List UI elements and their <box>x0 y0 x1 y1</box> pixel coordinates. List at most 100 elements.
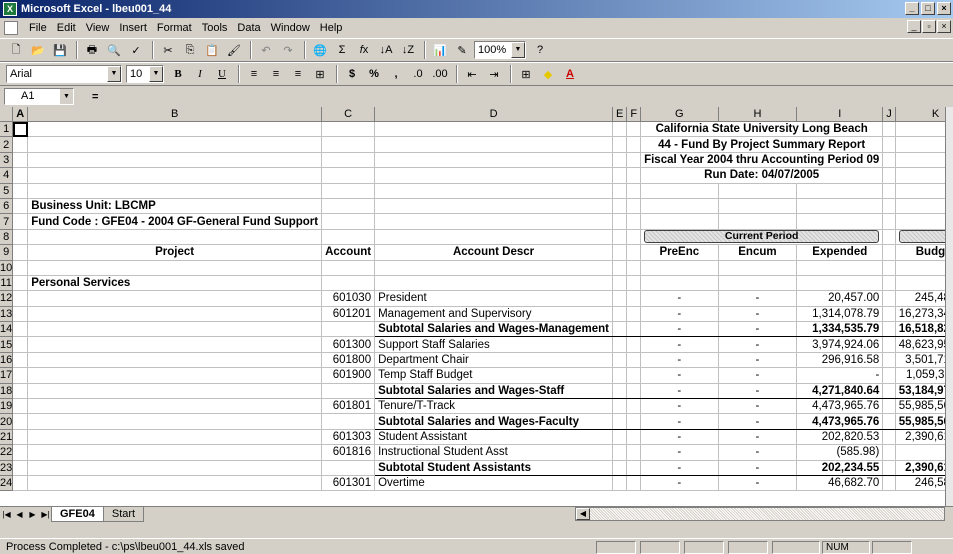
cell-preenc[interactable]: - <box>640 352 719 369</box>
cell-e[interactable] <box>612 321 628 338</box>
cell-project[interactable] <box>27 183 323 199</box>
header-expended[interactable]: Expended <box>796 244 884 261</box>
column-header[interactable]: B <box>27 107 323 122</box>
increase-indent-icon[interactable]: ⇥ <box>484 65 504 83</box>
cell-j[interactable] <box>882 136 896 153</box>
current-period-banner-cell[interactable]: Current Period <box>640 229 884 246</box>
cell-d[interactable] <box>374 198 613 215</box>
cell-encum[interactable]: - <box>718 460 798 476</box>
cell-f[interactable] <box>626 460 642 476</box>
cell-encum[interactable]: - <box>718 383 798 400</box>
cell-account[interactable]: 601300 <box>321 336 376 353</box>
cell-a[interactable] <box>12 290 29 307</box>
header-project[interactable]: Project <box>27 244 323 261</box>
sort-descending-icon[interactable]: ↓Z <box>398 41 418 59</box>
cell-i[interactable] <box>796 198 884 215</box>
cell-budget[interactable]: 53,184,978.81 <box>895 383 945 400</box>
cell-expended[interactable]: 4,473,965.76 <box>796 398 884 415</box>
excel-app-icon[interactable]: X <box>3 2 17 16</box>
cell-a[interactable] <box>12 475 29 492</box>
cell-h[interactable] <box>718 198 798 215</box>
report-title[interactable]: California State University Long Beach <box>640 121 884 138</box>
cell-preenc[interactable]: - <box>640 460 719 476</box>
row-header[interactable]: 9 <box>0 244 14 261</box>
cell-account-descr[interactable]: Student Assistant <box>374 429 613 446</box>
cell-a[interactable] <box>12 213 29 230</box>
cell-a[interactable] <box>12 275 29 292</box>
cell-f[interactable] <box>626 429 642 446</box>
paste-icon[interactable]: 📋 <box>202 41 222 59</box>
cell-j[interactable] <box>882 275 896 292</box>
cell-budget[interactable]: 16,518,828.82 <box>895 321 945 338</box>
column-header[interactable]: H <box>718 107 798 122</box>
chart-wizard-icon[interactable]: 📊 <box>430 41 450 59</box>
help-icon[interactable]: ? <box>530 41 550 59</box>
row-header[interactable]: 3 <box>0 152 14 169</box>
header-account-descr[interactable]: Account Descr <box>374 244 613 261</box>
cell-expended[interactable]: (585.98) <box>796 444 884 461</box>
prev-sheet-icon[interactable]: ◀ <box>13 508 26 522</box>
column-header[interactable]: K <box>895 107 945 122</box>
cell-encum[interactable]: - <box>718 321 798 338</box>
cell-j[interactable] <box>882 229 896 246</box>
cell-j[interactable] <box>882 336 896 353</box>
cell-f[interactable] <box>626 213 642 230</box>
cell-expended[interactable]: 20,457.00 <box>796 290 884 307</box>
row-header[interactable]: 8 <box>0 229 14 246</box>
name-box[interactable]: A1 ▼ <box>4 88 74 105</box>
cell-account[interactable] <box>321 413 376 430</box>
cell-budget[interactable]: 246,585.72 <box>895 475 945 492</box>
header-budget[interactable]: Budget <box>895 244 945 261</box>
cell-i[interactable] <box>796 213 884 230</box>
print-icon[interactable]: 🖶 <box>82 41 102 59</box>
minimize-button[interactable]: _ <box>905 2 919 15</box>
cell-a[interactable] <box>12 429 29 446</box>
section-label[interactable]: Business Unit: LBCMP <box>27 198 323 215</box>
cell-h[interactable] <box>718 213 798 230</box>
cell-encum[interactable]: - <box>718 367 798 384</box>
cell-project[interactable] <box>27 306 323 323</box>
align-center-icon[interactable]: ≡ <box>266 65 286 83</box>
cell-encum[interactable]: - <box>718 475 798 492</box>
cell-expended[interactable]: 296,916.58 <box>796 352 884 369</box>
cell-project[interactable] <box>27 475 323 492</box>
cell-project[interactable] <box>27 352 323 369</box>
cell-e[interactable] <box>612 413 628 430</box>
cell-account[interactable]: 601201 <box>321 306 376 323</box>
cell-encum[interactable]: - <box>718 429 798 446</box>
cell-f[interactable] <box>626 121 642 138</box>
cell-account[interactable]: 601801 <box>321 398 376 415</box>
cell-d[interactable] <box>374 213 613 230</box>
cell-f[interactable] <box>626 275 642 292</box>
cell-d[interactable] <box>374 136 613 153</box>
cell-f[interactable] <box>626 352 642 369</box>
row-header[interactable]: 13 <box>0 306 14 323</box>
redo-icon[interactable]: ↷ <box>278 41 298 59</box>
cell-j[interactable] <box>882 321 896 338</box>
cell-expended[interactable]: 46,682.70 <box>796 475 884 492</box>
percent-button[interactable]: % <box>364 65 384 83</box>
column-header[interactable]: D <box>374 107 613 122</box>
cell-account[interactable]: 601816 <box>321 444 376 461</box>
currency-button[interactable]: $ <box>342 65 362 83</box>
spelling-icon[interactable]: ✓ <box>126 41 146 59</box>
cell-project[interactable] <box>27 321 323 338</box>
font-size-select[interactable]: 10 ▼ <box>126 65 164 83</box>
decrease-indent-icon[interactable]: ⇤ <box>462 65 482 83</box>
cell-project[interactable] <box>27 367 323 384</box>
menu-edit[interactable]: Edit <box>52 22 81 34</box>
header-account[interactable]: Account <box>321 244 376 261</box>
cell-budget[interactable]: 16,273,344.82 <box>895 306 945 323</box>
cell-expended[interactable]: 4,473,965.76 <box>796 413 884 430</box>
fill-color-icon[interactable]: ◆ <box>538 65 558 83</box>
formula-input[interactable] <box>106 88 953 105</box>
vertical-scrollbar[interactable] <box>945 107 953 506</box>
cell-f[interactable] <box>626 167 642 184</box>
underline-button[interactable]: U <box>212 65 232 83</box>
cell-expended[interactable]: 202,820.53 <box>796 429 884 446</box>
format-painter-icon[interactable]: 🖌 <box>224 41 244 59</box>
cell-project[interactable] <box>27 398 323 415</box>
cell-e[interactable] <box>612 121 628 138</box>
zoom-select[interactable]: 100% ▼ <box>474 41 526 59</box>
cell-encum[interactable]: - <box>718 352 798 369</box>
